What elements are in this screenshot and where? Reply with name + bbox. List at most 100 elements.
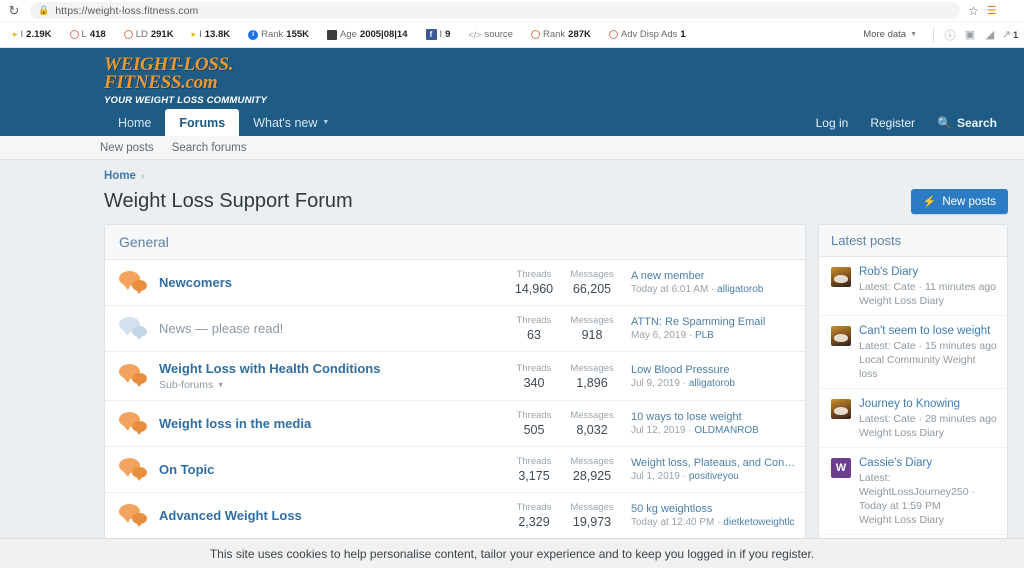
- nav-tab-whats-new[interactable]: What's new ▼: [239, 109, 343, 136]
- forum-link[interactable]: Advanced Weight Loss: [159, 508, 505, 523]
- last-post-user[interactable]: PLB: [695, 330, 714, 341]
- ext-item-9[interactable]: Adv Disp Ads 1: [600, 29, 695, 40]
- chart-icon[interactable]: ◢: [980, 25, 1000, 45]
- latest-post-title[interactable]: Journey to Knowing: [859, 397, 997, 411]
- speech-bubble-unread-icon: [119, 270, 153, 296]
- ext-item-5[interactable]: Age 2005|08|14: [318, 29, 417, 40]
- forum-row[interactable]: Advanced Weight Loss Threads 2,329 Messages…: [105, 493, 805, 538]
- new-posts-button[interactable]: ⚡ New posts: [910, 189, 1008, 214]
- forum-row[interactable]: Weight Loss with Health Conditions Sub-fo…: [105, 352, 805, 401]
- last-post-title[interactable]: Low Blood Pressure: [631, 364, 797, 376]
- messages-label: Messages: [570, 269, 614, 280]
- latest-post-title[interactable]: Can't seem to lose weight: [859, 324, 997, 338]
- ext-item-2[interactable]: LD 291K: [115, 29, 183, 40]
- avatar[interactable]: [831, 326, 851, 346]
- latest-post-item[interactable]: W Cassie's Diary Latest: WeightLossJourney…: [819, 448, 1007, 535]
- speech-bubble-unread-icon: [119, 503, 153, 529]
- ext-item-1[interactable]: L 418: [61, 29, 115, 40]
- forum-row[interactable]: Newcomers Threads 14,960 Messages 66,205 A ne…: [105, 260, 805, 306]
- subnav-item-new-posts[interactable]: New posts: [100, 142, 154, 154]
- ext-value: 155K: [286, 29, 309, 40]
- forum-link[interactable]: Newcomers: [159, 275, 505, 290]
- latest-post-forum[interactable]: Weight Loss Diary: [859, 426, 997, 440]
- logo-line-2: FITNESS.com: [104, 72, 218, 93]
- latest-post-item[interactable]: Can't seem to lose weight Latest: Cate · …: [819, 316, 1007, 389]
- ext-item-6[interactable]: f I 9: [417, 29, 460, 40]
- ext-label: Age: [340, 29, 357, 40]
- cookie-notice: This site uses cookies to help personali…: [0, 538, 1024, 568]
- forum-info: Newcomers: [159, 275, 505, 290]
- last-post-user[interactable]: positiveyou: [689, 471, 739, 482]
- monitor-icon[interactable]: ▣: [960, 25, 980, 45]
- latest-post-item[interactable]: Journey to Knowing Latest: Cate · 28 minu…: [819, 389, 1007, 448]
- ext-value: 2005|08|14: [359, 29, 408, 40]
- last-post-meta: Today at 6:01 AM · alligatorob: [631, 284, 797, 295]
- last-post-title[interactable]: 50 kg weightloss: [631, 503, 797, 515]
- last-post-title[interactable]: ATTN: Re Spamming Email: [631, 316, 797, 328]
- register-button[interactable]: Register: [859, 110, 926, 135]
- latest-post-forum[interactable]: Weight Loss Diary: [859, 513, 997, 527]
- last-post-title[interactable]: 10 ways to lose weight: [631, 411, 797, 423]
- latest-post-body: Journey to Knowing Latest: Cate · 28 minu…: [859, 397, 997, 440]
- search-button[interactable]: 🔍 Search: [926, 110, 1008, 135]
- threads-value: 63: [527, 328, 541, 342]
- last-post-title[interactable]: A new member: [631, 270, 797, 282]
- forum-link[interactable]: On Topic: [159, 462, 505, 477]
- avatar[interactable]: [831, 399, 851, 419]
- external-link-icon[interactable]: ↗ 1: [1000, 25, 1020, 45]
- more-data-button[interactable]: More data ▼: [853, 29, 927, 40]
- ext-item-7[interactable]: </> source: [459, 29, 522, 40]
- nav-tab-label: Forums: [179, 115, 226, 130]
- browser-menu-icon[interactable]: ☰: [987, 4, 999, 17]
- avatar[interactable]: W: [831, 458, 851, 478]
- subnav-item-search-forums[interactable]: Search forums: [172, 142, 247, 154]
- last-post-user[interactable]: alligatorob: [689, 378, 735, 389]
- forum-section-general: General Newcomers Threads 14,960 Messages 66…: [104, 224, 806, 539]
- forum-link[interactable]: News — please read!: [159, 321, 505, 336]
- forum-row[interactable]: Weight loss in the media Threads 505 Messag…: [105, 401, 805, 447]
- latest-post-body: Cassie's Diary Latest: WeightLossJourney2…: [859, 456, 997, 527]
- latest-post-forum[interactable]: Weight Loss Diary: [859, 294, 997, 308]
- ext-item-3[interactable]: ▸ I 13.8K: [183, 29, 240, 40]
- bookmark-star-icon[interactable]: ☆: [968, 4, 979, 18]
- latest-post-item[interactable]: Rob's Diary Latest: Cate · 11 minutes ago…: [819, 257, 1007, 316]
- ext-label: Rank: [261, 29, 284, 40]
- nav-tab-forums[interactable]: Forums: [165, 109, 240, 136]
- last-post-user[interactable]: alligatorob: [717, 284, 763, 295]
- ext-label: I: [439, 29, 443, 40]
- latest-post-title[interactable]: Cassie's Diary: [859, 456, 997, 470]
- forum-link[interactable]: Weight loss in the media: [159, 416, 505, 431]
- forum-link[interactable]: Weight Loss with Health Conditions: [159, 361, 505, 376]
- last-post: 10 ways to lose weight Jul 12, 2019 · OLD…: [621, 411, 797, 436]
- login-button[interactable]: Log in: [805, 110, 860, 135]
- sub-forums-toggle[interactable]: Sub-forums ▼: [159, 379, 505, 391]
- ext-item-4[interactable]: i Rank 155K: [239, 29, 318, 40]
- last-post-date: Today at 6:01 AM: [631, 284, 709, 295]
- ext-item-0[interactable]: ▸ I 2.19K: [4, 29, 61, 40]
- last-post-title[interactable]: Weight loss, Plateaus, and Confusi...: [631, 457, 797, 469]
- avatar-letter: W: [835, 462, 847, 474]
- messages-stat: Messages 28,925: [563, 456, 621, 483]
- last-post-user[interactable]: dietketoweightlc: [723, 517, 794, 528]
- reload-icon[interactable]: ↻: [6, 3, 22, 19]
- nav-tab-home[interactable]: Home: [104, 109, 165, 136]
- ext-label: source: [484, 29, 513, 40]
- address-bar[interactable]: 🔒 https://weight-loss.fitness.com: [30, 2, 960, 19]
- breadcrumb-home[interactable]: Home: [104, 170, 136, 182]
- latest-post-title[interactable]: Rob's Diary: [859, 265, 997, 279]
- ext-item-8[interactable]: Rank 287K: [522, 29, 600, 40]
- messages-stat: Messages 8,032: [563, 410, 621, 437]
- info-icon[interactable]: ⓘ: [940, 25, 960, 45]
- forum-row[interactable]: News — please read! Threads 63 Messages 918 A…: [105, 306, 805, 352]
- last-post-user[interactable]: OLDMANROB: [694, 425, 758, 436]
- forum-row[interactable]: On Topic Threads 3,175 Messages 28,925 Weight…: [105, 447, 805, 493]
- forum-info: Weight loss in the media: [159, 416, 505, 431]
- latest-post-forum[interactable]: Local Community Weight loss: [859, 353, 997, 381]
- threads-label: Threads: [516, 269, 552, 280]
- ext-label: I: [20, 29, 24, 40]
- avatar[interactable]: [831, 267, 851, 287]
- messages-label: Messages: [570, 410, 614, 421]
- messages-value: 19,973: [572, 515, 612, 529]
- site-logo[interactable]: WEIGHT-LOSS. FITNESS.com YOUR WEIGHT LOS…: [104, 55, 267, 106]
- threads-stat: Threads 340: [505, 363, 563, 390]
